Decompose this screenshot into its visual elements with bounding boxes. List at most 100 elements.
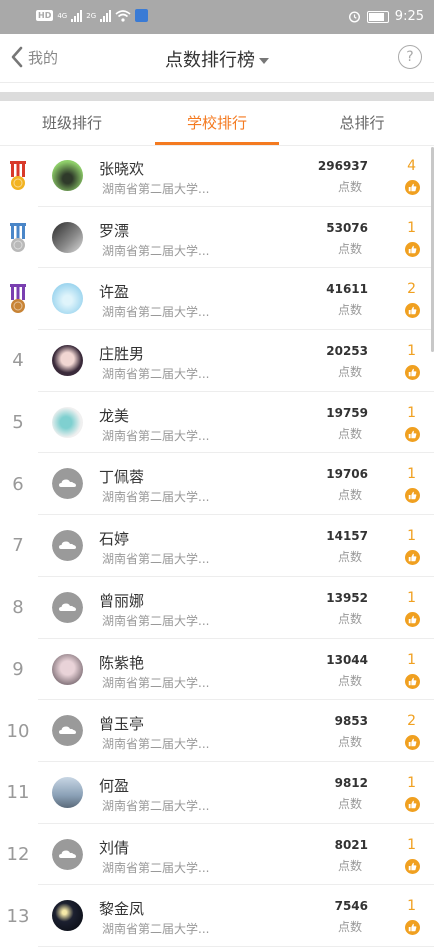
points-value: 9812 [334,775,368,790]
rank-number: 9 [12,658,24,680]
avatar[interactable] [52,283,83,315]
avatar-photo [52,900,83,932]
avatar-photo [52,160,83,191]
points-value: 13044 [326,652,368,667]
thumbs-up-icon[interactable] [405,303,420,319]
hd-badge: HD [36,10,54,21]
avatar[interactable] [52,653,83,685]
thumbs-up-icon[interactable] [405,241,420,257]
rank-number: 11 [6,782,30,804]
school-name: 湖南省第二届大学... [102,490,210,505]
school-name: 湖南省第二届大学... [102,243,210,258]
battery-icon [366,10,389,23]
school-name: 湖南省第二届大学... [102,305,210,320]
avatar-photo [52,406,83,438]
rank-number: 4 [12,350,24,372]
thumbs-up-icon[interactable] [405,426,420,442]
avatar[interactable] [52,468,83,500]
points-value: 19759 [326,405,368,420]
school-name: 湖南省第二届大学... [102,367,210,382]
points-value: 53076 [326,220,368,235]
points-unit-label: 点数 [337,303,362,318]
school-name: 湖南省第二届大学... [102,613,210,628]
rank-number: 6 [12,473,24,495]
ranking-row[interactable]: 4 庄胜男 湖南省第二届大学... 20253 点数 1 [0,330,434,392]
thumbs-up-icon[interactable] [405,550,420,566]
thumbs-up-icon[interactable] [405,735,420,751]
ranking-row[interactable]: 8 曾丽娜 湖南省第二届大学... 13952 点数 1 [0,577,434,639]
section-divider [0,92,434,101]
like-count: 1 [407,898,416,915]
avatar-photo [52,653,83,685]
school-name: 湖南省第二届大学... [102,860,210,875]
like-count: 1 [407,774,416,791]
thumbs-up-icon[interactable] [405,920,420,936]
ranking-row[interactable]: 9 陈紫艳 湖南省第二届大学... 13044 点数 1 [0,639,434,701]
school-name: 湖南省第二届大学... [102,798,210,813]
user-name: 黎金凤 [99,900,145,919]
avatar[interactable] [52,160,83,191]
thumbs-up-icon[interactable] [405,611,420,627]
gold-medal-icon [10,160,26,190]
avatar[interactable] [52,530,83,562]
tab-total-ranking[interactable]: 总排行 [290,101,434,145]
user-name: 罗漂 [99,221,130,240]
ranking-row[interactable]: 11 何盈 湖南省第二届大学... 9812 点数 1 [0,762,434,824]
ranking-row[interactable]: 罗漂 湖南省第二届大学... 53076 点数 1 [0,207,434,269]
avatar[interactable] [52,900,83,932]
avatar-photo [52,283,83,315]
ranking-row[interactable]: 7 石婷 湖南省第二届大学... 14157 点数 1 [0,515,434,577]
ranking-row[interactable]: 5 龙美 湖南省第二届大学... 19759 点数 1 [0,392,434,454]
points-unit-label: 点数 [337,735,362,750]
avatar[interactable] [52,345,83,377]
thumbs-up-icon[interactable] [405,488,420,504]
avatar[interactable] [52,776,83,808]
signal-icon [71,9,83,22]
user-name: 许盈 [99,283,130,302]
help-button[interactable]: ? [398,45,422,69]
user-name: 何盈 [99,776,130,795]
points-unit-label: 点数 [337,550,362,565]
ranking-row[interactable]: 许盈 湖南省第二届大学... 41611 点数 2 [0,268,434,331]
ranking-row[interactable]: 12 刘倩 湖南省第二届大学... 8021 点数 1 [0,824,434,886]
points-value: 296937 [317,159,368,173]
points-unit-label: 点数 [337,858,362,873]
wifi-icon [115,9,131,22]
signal-icon-2 [100,9,112,22]
user-name: 石婷 [99,530,130,549]
tab-school-ranking[interactable]: 学校排行 [145,101,289,145]
default-avatar-icon [52,715,83,747]
school-name: 湖南省第二届大学... [102,182,210,196]
avatar[interactable] [52,715,83,747]
rank-number: 12 [6,843,30,865]
ranking-row[interactable]: 10 曾玉亭 湖南省第二届大学... 9853 点数 2 [0,700,434,762]
rank-number: 8 [12,597,24,619]
rank-number: 10 [6,720,30,742]
page-title[interactable]: 点数排行榜 [0,46,434,72]
tab-class-ranking[interactable]: 班级排行 [0,101,144,145]
avatar[interactable] [52,591,83,623]
like-count: 1 [407,528,416,545]
ranking-row[interactable]: 6 丁佩蓉 湖南省第二届大学... 19706 点数 1 [0,453,434,516]
avatar[interactable] [52,406,83,438]
status-left: HD 4G 2G [36,9,149,22]
rank-number [0,145,36,207]
avatar[interactable] [52,838,83,870]
thumbs-up-icon[interactable] [405,858,420,874]
avatar[interactable] [52,221,83,253]
thumbs-up-icon[interactable] [405,796,420,812]
thumbs-up-icon[interactable] [405,365,420,381]
user-name: 庄胜男 [99,345,145,364]
thumbs-up-icon[interactable] [405,673,420,689]
rank-number [0,207,36,269]
points-unit-label: 点数 [337,611,362,626]
points-value: 13952 [326,590,368,605]
ranking-row[interactable]: 13 黎金凤 湖南省第二届大学... 7546 点数 1 [0,885,434,947]
points-value: 14157 [326,529,368,544]
ranking-row[interactable]: 张晓欢 湖南省第二届大学... 296937 点数 4 [0,145,434,207]
user-name: 丁佩蓉 [99,468,145,487]
user-name: 刘倩 [99,838,130,857]
user-name: 龙美 [99,406,130,425]
default-avatar-icon [52,530,83,562]
thumbs-up-icon[interactable] [405,180,420,195]
